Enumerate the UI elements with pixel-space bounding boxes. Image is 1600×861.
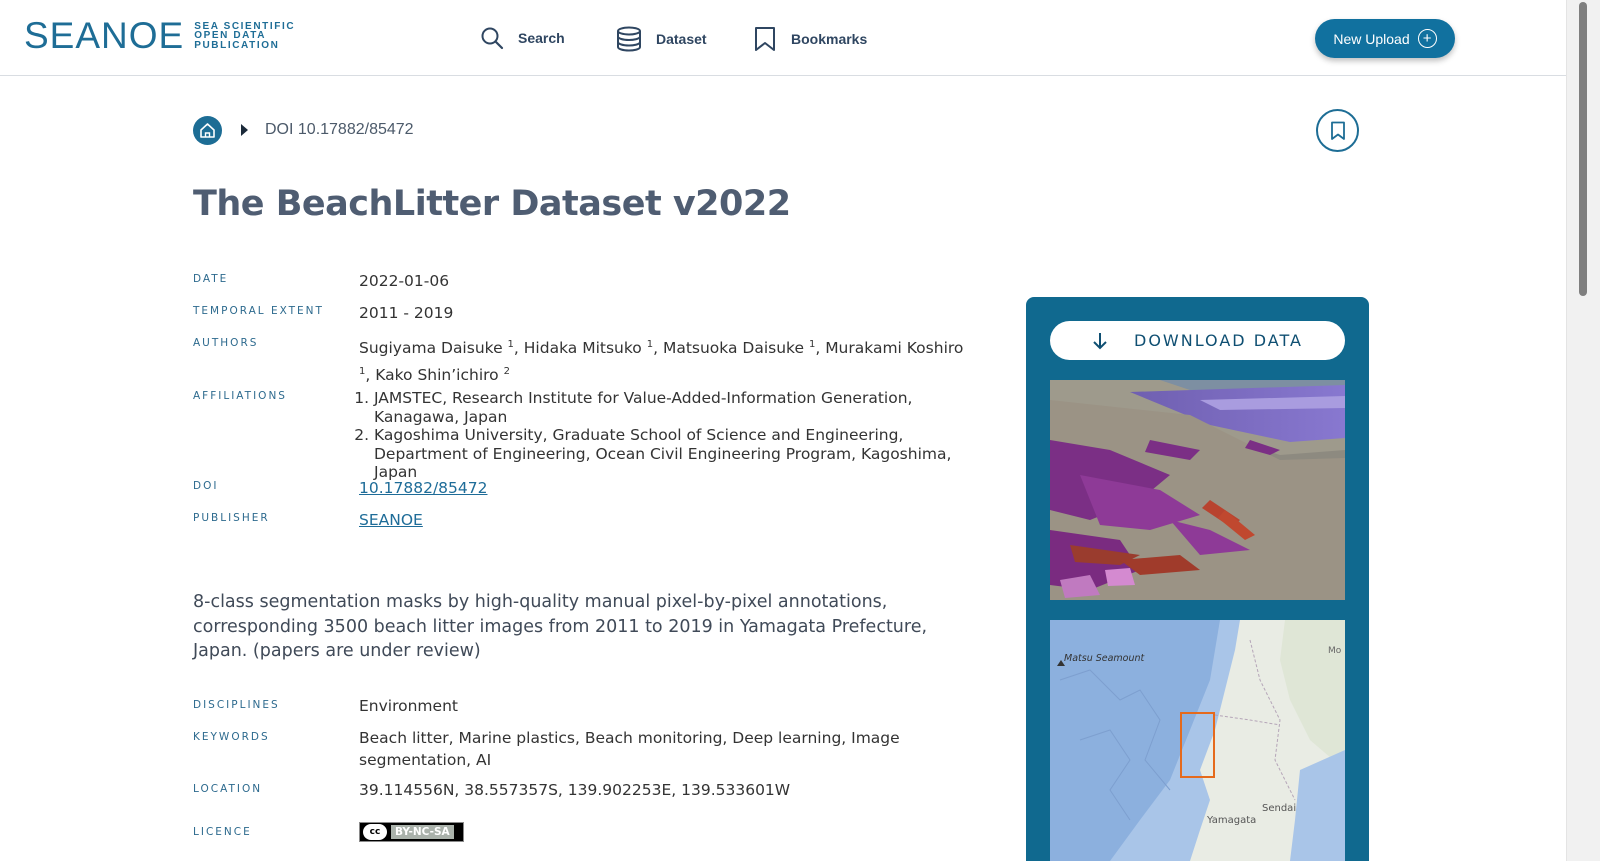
bookmark-dataset-button[interactable] xyxy=(1316,109,1359,152)
affiliation-item: JAMSTEC, Research Institute for Value-Ad… xyxy=(374,389,971,426)
author-name: Kako Shin’ichiro xyxy=(375,366,499,385)
cc-icon: cc xyxy=(363,824,387,840)
location-value: 39.114556N, 38.557357S, 139.902253E, 139… xyxy=(359,781,791,799)
doi-label: DOI xyxy=(193,480,219,492)
logo-wordmark: SEANOE xyxy=(24,15,185,56)
breadcrumb-separator-icon xyxy=(241,124,248,136)
map-label-edge: Mo xyxy=(1328,646,1342,656)
doi-value: 10.17882/85472 xyxy=(359,476,971,500)
author-aff: 2 xyxy=(503,366,510,378)
date-label: DATE xyxy=(193,273,229,285)
author-aff: 1 xyxy=(359,366,366,378)
keywords-label: KEYWORDS xyxy=(193,731,270,743)
author-aff: 1 xyxy=(507,339,514,350)
nav-bookmarks-label: Bookmarks xyxy=(791,31,868,47)
author-aff: 1 xyxy=(646,339,654,350)
author-name: Murakami Koshiro xyxy=(825,339,964,358)
download-panel: DOWNLOAD DATA Matsu Seamount Sendai Yama… xyxy=(1026,297,1369,861)
dataset-abstract: 8-class segmentation masks by high-quali… xyxy=(193,592,928,661)
nav-dataset-label: Dataset xyxy=(656,31,707,47)
publisher-label: PUBLISHER xyxy=(193,512,270,524)
temporal-extent-value: 2011 - 2019 xyxy=(359,304,454,322)
page-title: The BeachLitter Dataset v2022 xyxy=(193,184,791,224)
affiliations-value: JAMSTEC, Research Institute for Value-Ad… xyxy=(359,389,971,482)
dataset-preview-image[interactable] xyxy=(1050,380,1345,600)
nav-search-label: Search xyxy=(518,30,565,46)
search-icon xyxy=(481,27,504,50)
authors-value: Sugiyama Daisuke 1, Hidaka Mitsuko 1, Ma… xyxy=(359,339,964,385)
date-value: 2022-01-06 xyxy=(359,272,450,290)
doi-link[interactable]: 10.17882/85472 xyxy=(359,479,488,497)
author-name: Sugiyama Daisuke xyxy=(359,339,503,358)
bookmark-icon xyxy=(1330,121,1345,140)
nav-dataset[interactable]: Dataset xyxy=(616,26,707,52)
map-label-yamagata: Yamagata xyxy=(1206,815,1256,826)
breadcrumb-doi: DOI 10.17882/85472 xyxy=(265,121,414,138)
map-label-seamount: Matsu Seamount xyxy=(1064,653,1146,664)
licence-badge[interactable]: cc BY-NC-SA xyxy=(359,822,464,842)
map-label-sendai: Sendai xyxy=(1262,803,1296,814)
bookmark-icon xyxy=(755,27,775,51)
nav-search[interactable]: Search xyxy=(480,26,565,50)
home-icon xyxy=(200,123,215,138)
top-header: SEANOE SEA SCIENTIFIC OPEN DATA PUBLICAT… xyxy=(0,0,1566,76)
author-name: Hidaka Mitsuko xyxy=(523,339,642,358)
licence-badge-text: BY-NC-SA xyxy=(391,825,454,839)
authors-label: AUTHORS xyxy=(193,337,259,349)
plus-icon: + xyxy=(1417,29,1437,48)
publisher-value: SEANOE xyxy=(359,508,971,532)
new-upload-label: New Upload xyxy=(1333,30,1410,47)
disciplines-value: Environment xyxy=(359,697,458,715)
page-scrollbar[interactable] xyxy=(1566,0,1600,861)
new-upload-button[interactable]: New Upload + xyxy=(1315,19,1455,58)
nav-bookmarks[interactable]: Bookmarks xyxy=(753,26,867,52)
seanoe-logo[interactable]: SEANOE SEA SCIENTIFIC OPEN DATA PUBLICAT… xyxy=(24,15,295,56)
database-icon xyxy=(617,26,641,52)
logo-tagline-line: PUBLICATION xyxy=(194,39,280,51)
disciplines-label: DISCIPLINES xyxy=(193,699,280,711)
affiliations-label: AFFILIATIONS xyxy=(193,390,287,402)
licence-label: LICENCE xyxy=(193,826,252,838)
download-data-label: DOWNLOAD DATA xyxy=(1134,331,1303,350)
publisher-link[interactable]: SEANOE xyxy=(359,511,423,529)
author-aff: 1 xyxy=(808,339,816,350)
location-label: LOCATION xyxy=(193,783,263,795)
download-data-button[interactable]: DOWNLOAD DATA xyxy=(1050,321,1345,360)
affiliation-item: Kagoshima University, Graduate School of… xyxy=(374,426,971,482)
affiliations-list: JAMSTEC, Research Institute for Value-Ad… xyxy=(359,389,971,482)
scrollbar-thumb[interactable] xyxy=(1579,2,1587,296)
keywords-value: Beach litter, Marine plastics, Beach mon… xyxy=(359,729,900,769)
home-button[interactable] xyxy=(193,116,222,145)
author-name: Matsuoka Daisuke xyxy=(662,339,805,358)
logo-tagline: SEA SCIENTIFIC OPEN DATA PUBLICATION xyxy=(194,22,295,51)
download-arrow-icon xyxy=(1093,332,1107,349)
temporal-extent-label: TEMPORAL EXTENT xyxy=(193,305,324,317)
location-map[interactable]: Matsu Seamount Sendai Yamagata Mo xyxy=(1050,620,1345,861)
